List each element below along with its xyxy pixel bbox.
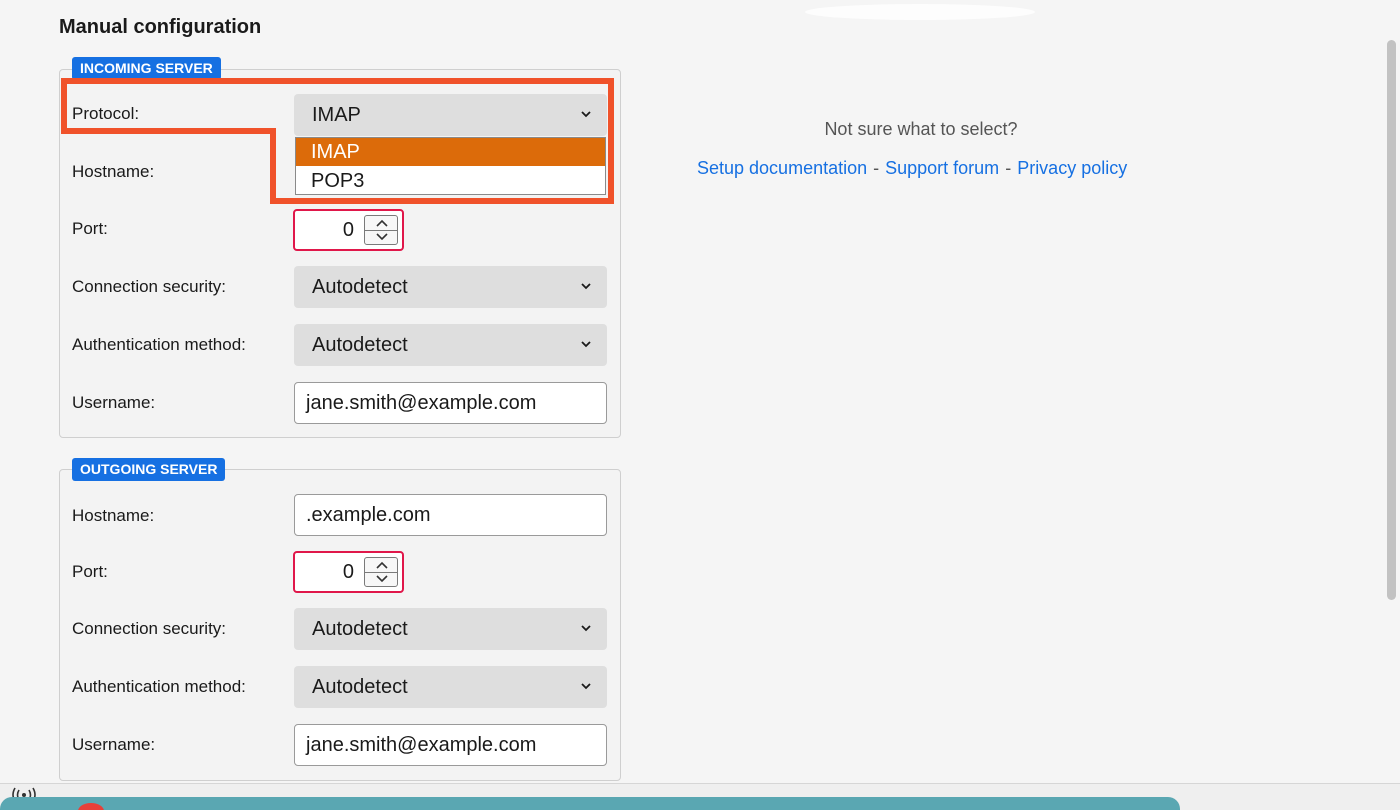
support-forum-link[interactable]: Support forum [885,158,999,178]
incoming-security-value: Autodetect [312,276,408,298]
protocol-select[interactable]: IMAP [294,94,607,136]
page-title: Manual configuration [59,16,262,38]
help-question: Not sure what to select? [824,119,1018,139]
incoming-username-label: Username: [72,393,156,412]
incoming-security-select[interactable]: Autodetect [294,266,607,308]
outgoing-port-value: 0 [342,561,354,583]
protocol-option-pop3[interactable]: POP3 [296,167,605,195]
scrollbar-thumb[interactable] [1387,40,1396,600]
incoming-hostname-label: Hostname: [72,162,155,181]
outgoing-port-label: Port: [72,562,108,581]
top-glow [805,4,1035,20]
outgoing-security-label: Connection security: [72,619,227,638]
incoming-port-stepper[interactable]: 0 [293,209,404,251]
help-links: Setup documentation - Support forum - Privac… [697,158,1127,179]
protocol-dropdown-list: IMAP POP3 [295,137,606,195]
link-separator: - [1005,158,1012,178]
outgoing-username-input[interactable]: jane.smith@example.com [294,724,607,766]
link-separator: - [873,158,880,178]
outgoing-port-increment[interactable] [365,558,397,573]
incoming-auth-value: Autodetect [312,334,408,356]
outgoing-port-decrement[interactable] [365,572,397,586]
protocol-select-value: IMAP [312,104,361,126]
outgoing-security-select[interactable]: Autodetect [294,608,607,650]
outgoing-port-spinner[interactable] [364,557,398,587]
outgoing-port-stepper[interactable]: 0 [293,551,404,593]
chevron-down-icon [581,283,591,290]
chevron-down-icon [581,341,591,348]
chevron-down-icon [581,625,591,632]
outgoing-server-legend: OUTGOING SERVER [72,458,226,481]
chevron-down-icon [581,111,591,118]
taskbar-strip [0,797,1180,810]
outgoing-auth-label: Authentication method: [72,677,246,696]
incoming-auth-label: Authentication method: [72,335,246,354]
incoming-port-label: Port: [72,219,108,238]
chevron-up-icon [376,219,388,227]
incoming-username-input[interactable]: jane.smith@example.com [294,382,607,424]
outgoing-security-value: Autodetect [312,618,408,640]
incoming-port-decrement[interactable] [365,230,397,244]
privacy-policy-link[interactable]: Privacy policy [1017,158,1127,178]
outgoing-auth-select[interactable]: Autodetect [294,666,607,708]
outgoing-hostname-label: Hostname: [72,506,155,525]
incoming-auth-select[interactable]: Autodetect [294,324,607,366]
chevron-down-icon [376,575,388,583]
setup-documentation-link[interactable]: Setup documentation [697,158,867,178]
outgoing-auth-value: Autodetect [312,676,408,698]
outgoing-username-label: Username: [72,735,156,754]
chevron-down-icon [581,683,591,690]
protocol-label: Protocol: [72,104,140,123]
protocol-option-imap[interactable]: IMAP [296,138,605,166]
incoming-port-increment[interactable] [365,216,397,231]
chevron-down-icon [376,233,388,241]
incoming-security-label: Connection security: [72,277,227,296]
incoming-port-spinner[interactable] [364,215,398,245]
chevron-up-icon [376,561,388,569]
account-setup-page: Manual configuration INCOMING SERVER Pro… [0,0,1400,810]
incoming-port-value: 0 [342,219,354,241]
outgoing-hostname-input[interactable]: .example.com [294,494,607,536]
incoming-server-legend: INCOMING SERVER [72,57,221,80]
